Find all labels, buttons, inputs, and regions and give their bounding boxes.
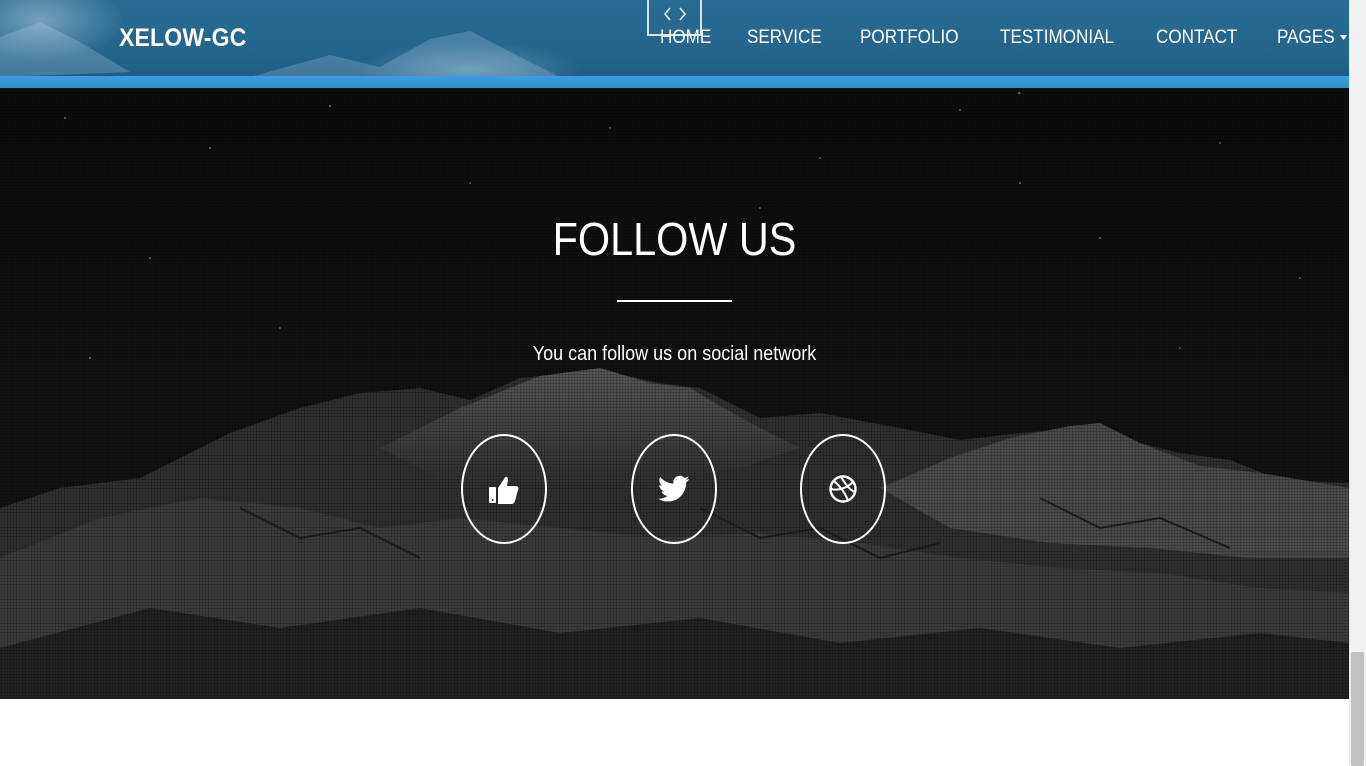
section-title: FOLLOW US bbox=[552, 213, 797, 265]
dribbble-icon bbox=[829, 475, 857, 503]
header-mountain-backdrop bbox=[0, 22, 560, 77]
header-accent-stripe bbox=[0, 76, 1349, 88]
scrollbar-thumb[interactable] bbox=[1351, 652, 1364, 766]
nav-pages-dropdown[interactable]: PAGES bbox=[1277, 27, 1347, 49]
nav-contact[interactable]: CONTACT bbox=[1156, 27, 1237, 49]
code-icon bbox=[663, 7, 686, 21]
nav-testimonial[interactable]: TESTIMONIAL bbox=[1000, 27, 1114, 49]
title-divider bbox=[617, 300, 732, 302]
nav-pages-label: PAGES bbox=[1276, 27, 1335, 48]
brand-logo[interactable]: XELOW-GC bbox=[119, 24, 247, 53]
nav-service[interactable]: SERVICE bbox=[747, 27, 822, 49]
caret-down-icon bbox=[1339, 35, 1347, 41]
social-like-button[interactable] bbox=[461, 434, 547, 544]
follow-us-section: FOLLOW US You can follow us on social ne… bbox=[0, 88, 1349, 699]
nav-portfolio[interactable]: PORTFOLIO bbox=[860, 27, 959, 49]
thumbs-up-icon bbox=[489, 476, 519, 504]
dot-overlay bbox=[0, 88, 1349, 699]
nav-home[interactable]: HOME bbox=[660, 27, 711, 49]
twitter-icon bbox=[658, 475, 690, 502]
social-dribbble-button[interactable] bbox=[800, 434, 886, 544]
main-nav: HOME SERVICE PORTFOLIO TESTIMONIAL CONTA… bbox=[660, 27, 1355, 49]
section-subtitle: You can follow us on social network bbox=[532, 343, 817, 365]
social-twitter-button[interactable] bbox=[631, 434, 717, 544]
